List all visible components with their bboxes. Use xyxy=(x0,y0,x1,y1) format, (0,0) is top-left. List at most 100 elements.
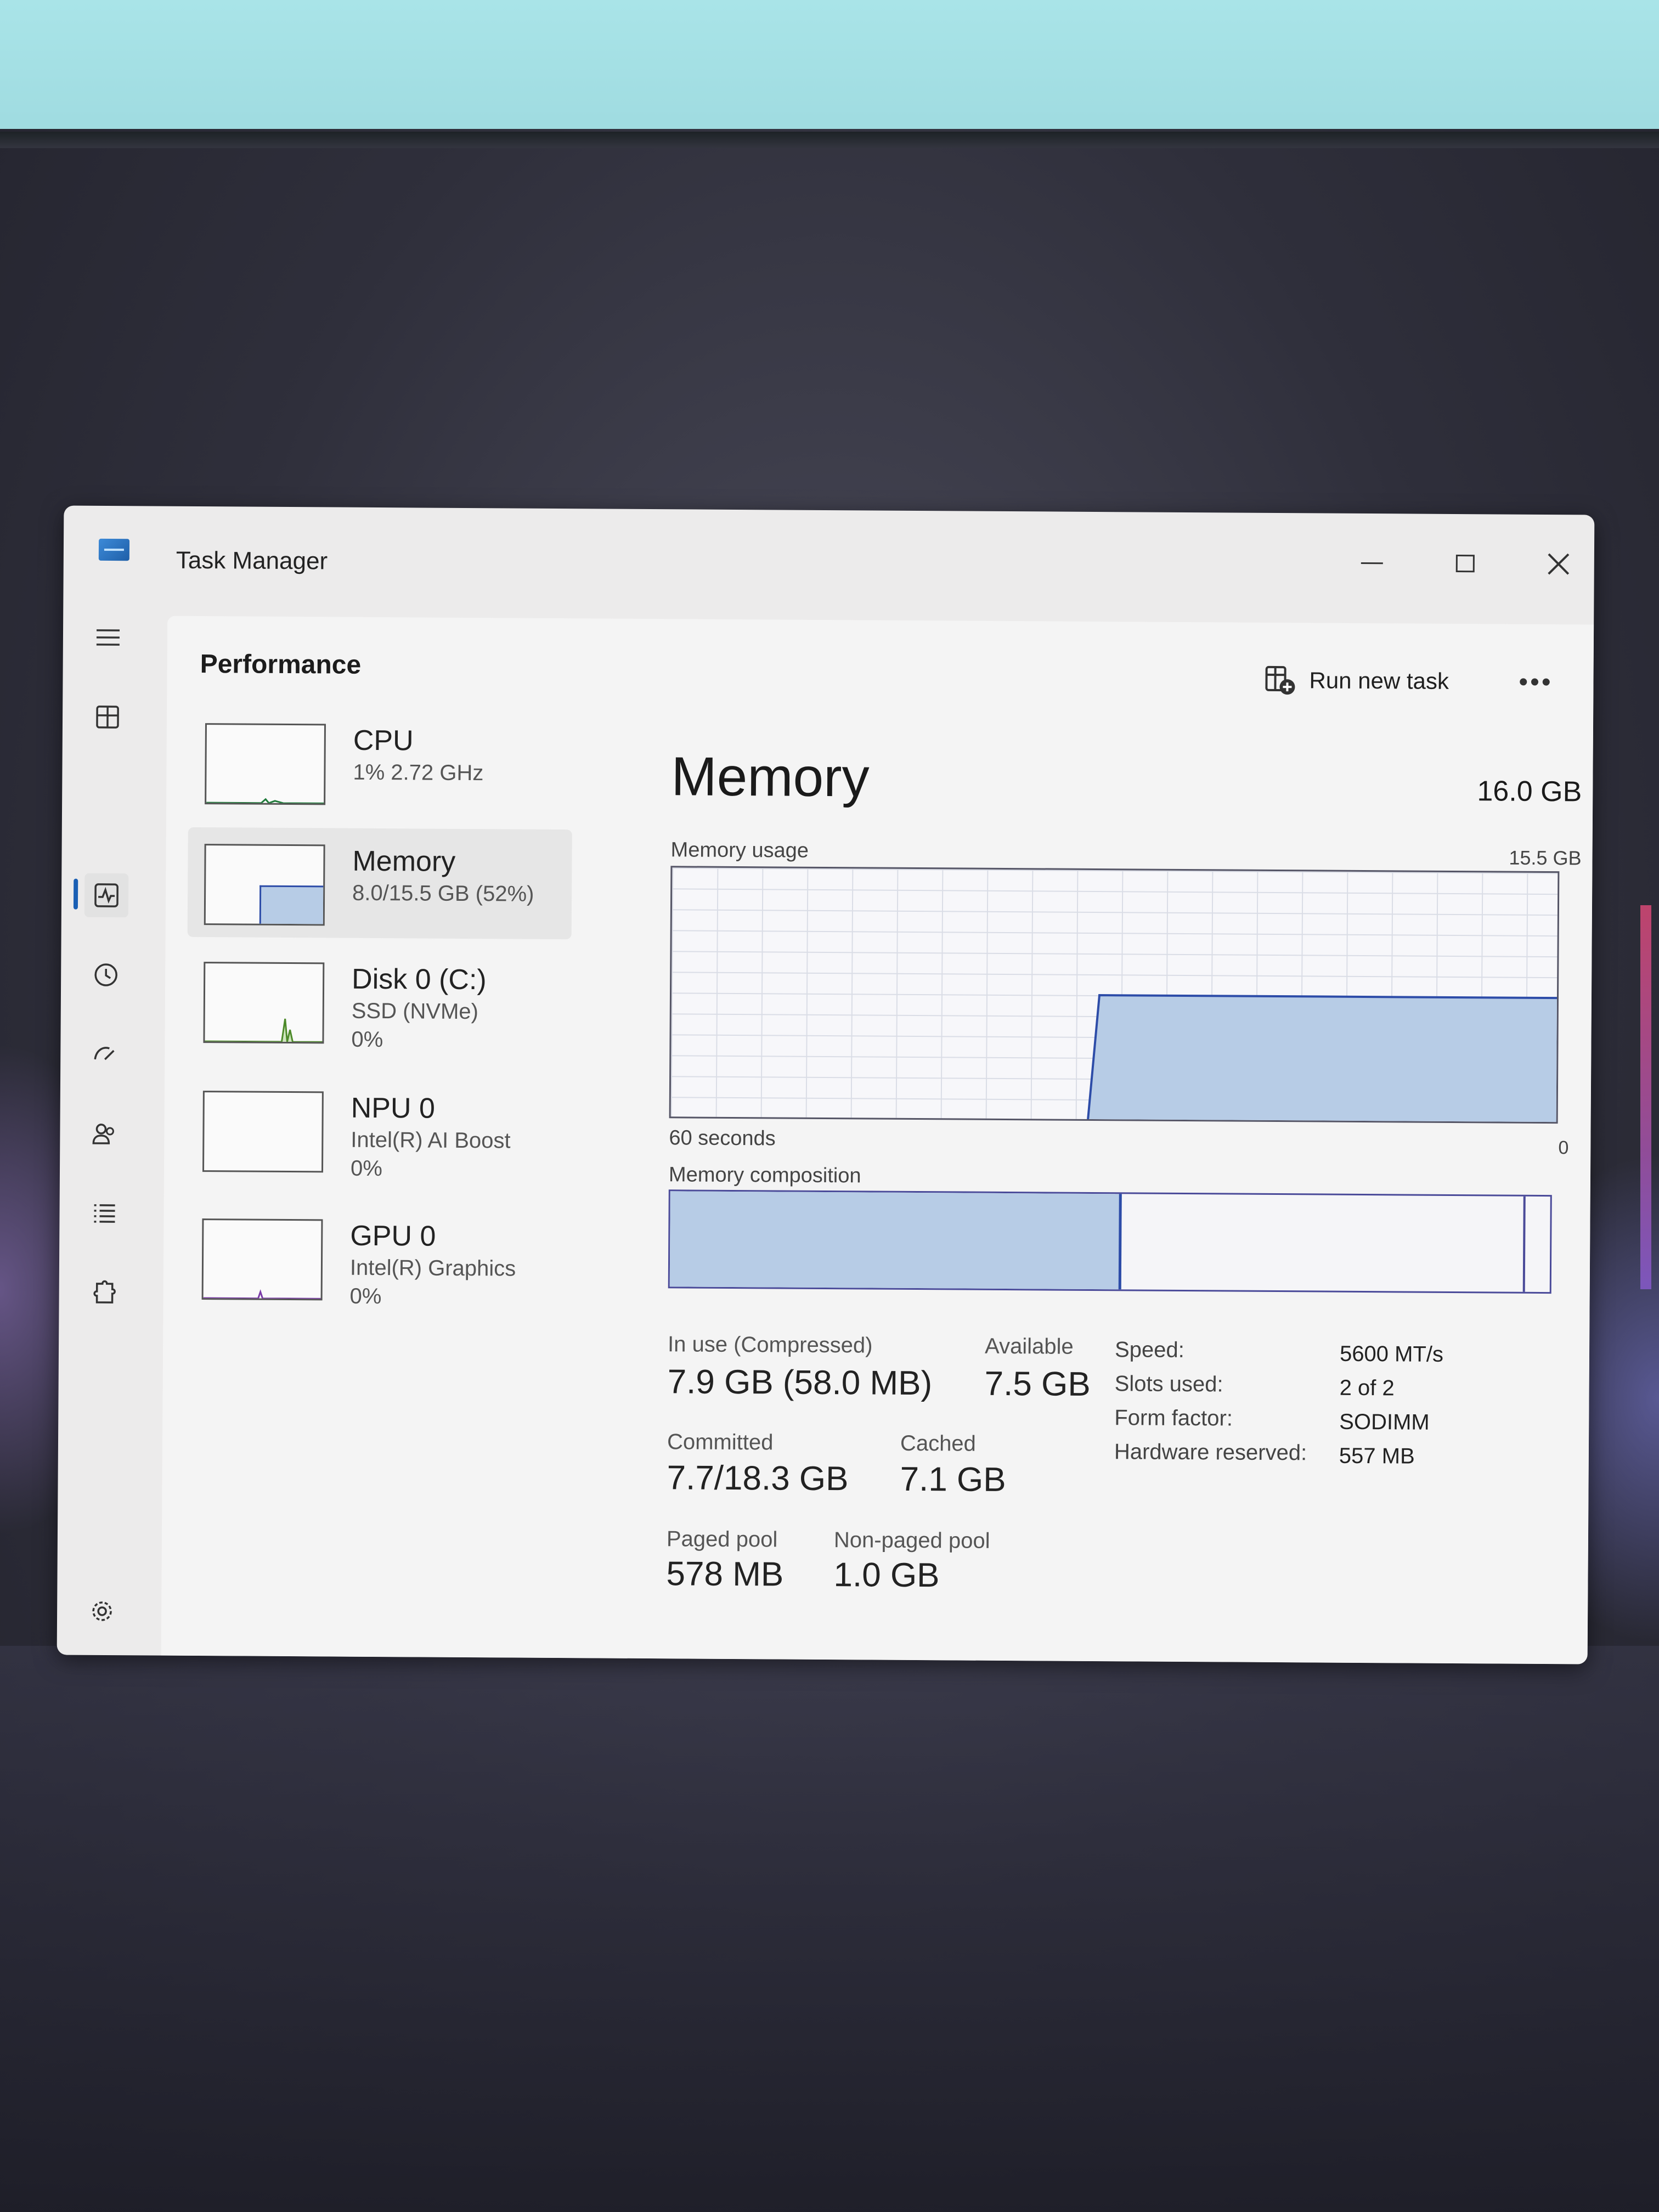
device-memory[interactable]: Memory 8.0/15.5 GB (52%) xyxy=(187,827,572,940)
time-span-label: 60 seconds xyxy=(669,1126,776,1150)
hamburger-menu-button[interactable] xyxy=(86,616,130,659)
device-type: Intel(R) AI Boost xyxy=(351,1127,511,1153)
gpu-thumbnail-graph xyxy=(201,1218,323,1301)
maximize-button[interactable] xyxy=(1441,541,1490,586)
disk-thumb-line xyxy=(205,1018,325,1043)
active-nav-indicator xyxy=(73,878,78,910)
spec-speed-value: 5600 MT/s xyxy=(1339,1341,1444,1367)
run-new-task-button[interactable]: Run new task xyxy=(1264,661,1449,701)
device-stat: 1% 2.72 GHz xyxy=(353,760,484,786)
device-gpu[interactable]: GPU 0 Intel(R) Graphics 0% xyxy=(185,1202,569,1314)
device-name: Disk 0 (C:) xyxy=(351,963,487,996)
navigation-rail xyxy=(57,588,168,1655)
processes-icon xyxy=(96,706,119,729)
device-stat: 0% xyxy=(350,1156,382,1181)
paged-pool-label: Paged pool xyxy=(666,1527,778,1552)
device-type: Intel(R) Graphics xyxy=(349,1255,516,1281)
monitor-top-edge xyxy=(0,132,1659,148)
performance-panel: Performance Run new task ••• CPU 1% 2.72… xyxy=(161,616,1594,1664)
composition-in-use-segment[interactable] xyxy=(669,1191,1122,1290)
speedometer-icon xyxy=(94,1047,115,1060)
more-options-button[interactable]: ••• xyxy=(1511,663,1560,702)
title-bar[interactable]: Task Manager xyxy=(64,505,1595,597)
services-puzzle-icon xyxy=(93,1280,116,1304)
spec-hardware-reserved-label: Hardware reserved: xyxy=(1114,1440,1307,1465)
memory-thumbnail-graph xyxy=(204,844,325,926)
device-cpu[interactable]: CPU 1% 2.72 GHz xyxy=(188,707,573,819)
nav-performance[interactable] xyxy=(84,873,129,918)
device-stat: 8.0/15.5 GB (52%) xyxy=(352,881,534,906)
paged-pool-value: 578 MB xyxy=(666,1555,784,1594)
memory-composition-bar xyxy=(668,1189,1552,1294)
memory-composition-label: Memory composition xyxy=(668,1163,861,1188)
nav-services[interactable] xyxy=(82,1271,126,1315)
device-stat: 0% xyxy=(351,1027,383,1052)
non-paged-pool-value: 1.0 GB xyxy=(833,1556,940,1595)
hamburger-icon xyxy=(96,629,120,646)
detail-title: Memory xyxy=(671,746,870,809)
available-value: 7.5 GB xyxy=(984,1364,1091,1403)
non-paged-pool-label: Non-paged pool xyxy=(833,1528,990,1553)
gpu-thumb-line xyxy=(203,1289,323,1300)
page-title: Performance xyxy=(200,650,362,680)
task-manager-window: Task Manager Performance Run new task ••… xyxy=(57,505,1595,1664)
run-task-icon xyxy=(1265,665,1295,695)
close-icon xyxy=(1548,553,1570,575)
available-label: Available xyxy=(984,1334,1074,1359)
spec-slots-value: 2 of 2 xyxy=(1339,1375,1395,1401)
spec-slots-label: Slots used: xyxy=(1114,1372,1223,1397)
memory-total: 16.0 GB xyxy=(1477,775,1582,808)
cached-value: 7.1 GB xyxy=(900,1460,1006,1499)
cpu-thumbnail-graph xyxy=(205,723,326,805)
details-list-icon xyxy=(94,1204,115,1223)
in-use-label: In use (Compressed) xyxy=(667,1332,873,1358)
memory-usage-max: 15.5 GB xyxy=(1509,846,1582,870)
spec-form-factor-value: SODIMM xyxy=(1339,1409,1430,1435)
panel-header: Performance Run new task ••• xyxy=(167,616,1594,718)
in-use-value: 7.9 GB (58.0 MB) xyxy=(667,1363,933,1403)
wallpaper-stripe xyxy=(1640,905,1651,1289)
nav-processes[interactable] xyxy=(86,695,129,739)
device-npu[interactable]: NPU 0 Intel(R) AI Boost 0% xyxy=(186,1074,571,1186)
nav-users[interactable] xyxy=(83,1112,127,1156)
cpu-thumb-line xyxy=(206,798,326,804)
minimize-icon xyxy=(1361,562,1383,564)
spec-hardware-reserved-value: 557 MB xyxy=(1339,1443,1415,1469)
spec-speed-label: Speed: xyxy=(1114,1338,1184,1363)
nav-startup-apps[interactable] xyxy=(83,1032,127,1076)
device-name: NPU 0 xyxy=(351,1092,436,1125)
device-type: SSD (NVMe) xyxy=(351,998,479,1024)
task-manager-app-icon xyxy=(98,538,130,561)
minimize-button[interactable] xyxy=(1347,541,1397,585)
performance-icon xyxy=(94,883,119,907)
memory-detail: Memory 16.0 GB Memory usage 15.5 GB 60 s… xyxy=(666,729,1582,1594)
maximize-icon xyxy=(1455,555,1475,573)
graph-zero-label: 0 xyxy=(1558,1137,1569,1159)
run-new-task-label: Run new task xyxy=(1309,667,1449,694)
nav-app-history[interactable] xyxy=(84,953,128,997)
background-wall xyxy=(0,0,1659,137)
disk-thumbnail-graph xyxy=(203,962,325,1044)
close-button[interactable] xyxy=(1534,542,1583,586)
memory-usage-label: Memory usage xyxy=(670,838,809,862)
cached-label: Cached xyxy=(900,1431,977,1456)
device-disk[interactable]: Disk 0 (C:) SSD (NVMe) 0% xyxy=(187,945,571,1057)
memory-usage-area xyxy=(1086,994,1560,1124)
committed-label: Committed xyxy=(667,1430,774,1455)
device-name: CPU xyxy=(353,724,414,757)
nav-details[interactable] xyxy=(82,1192,126,1235)
nav-settings[interactable] xyxy=(80,1589,124,1633)
memory-thumb-fill xyxy=(259,885,325,926)
memory-usage-graph xyxy=(669,866,1560,1124)
npu-thumbnail-graph xyxy=(202,1091,324,1173)
users-icon xyxy=(92,1124,114,1144)
device-name: Memory xyxy=(352,845,456,878)
committed-value: 7.7/18.3 GB xyxy=(667,1459,849,1498)
device-name: GPU 0 xyxy=(350,1220,436,1252)
history-icon xyxy=(94,963,117,986)
composition-modified-segment[interactable] xyxy=(1522,1196,1526,1292)
device-stat: 0% xyxy=(349,1284,382,1309)
spec-form-factor-label: Form factor: xyxy=(1114,1406,1233,1431)
desktop-lower-area xyxy=(0,1646,1659,2212)
window-title: Task Manager xyxy=(176,546,328,575)
